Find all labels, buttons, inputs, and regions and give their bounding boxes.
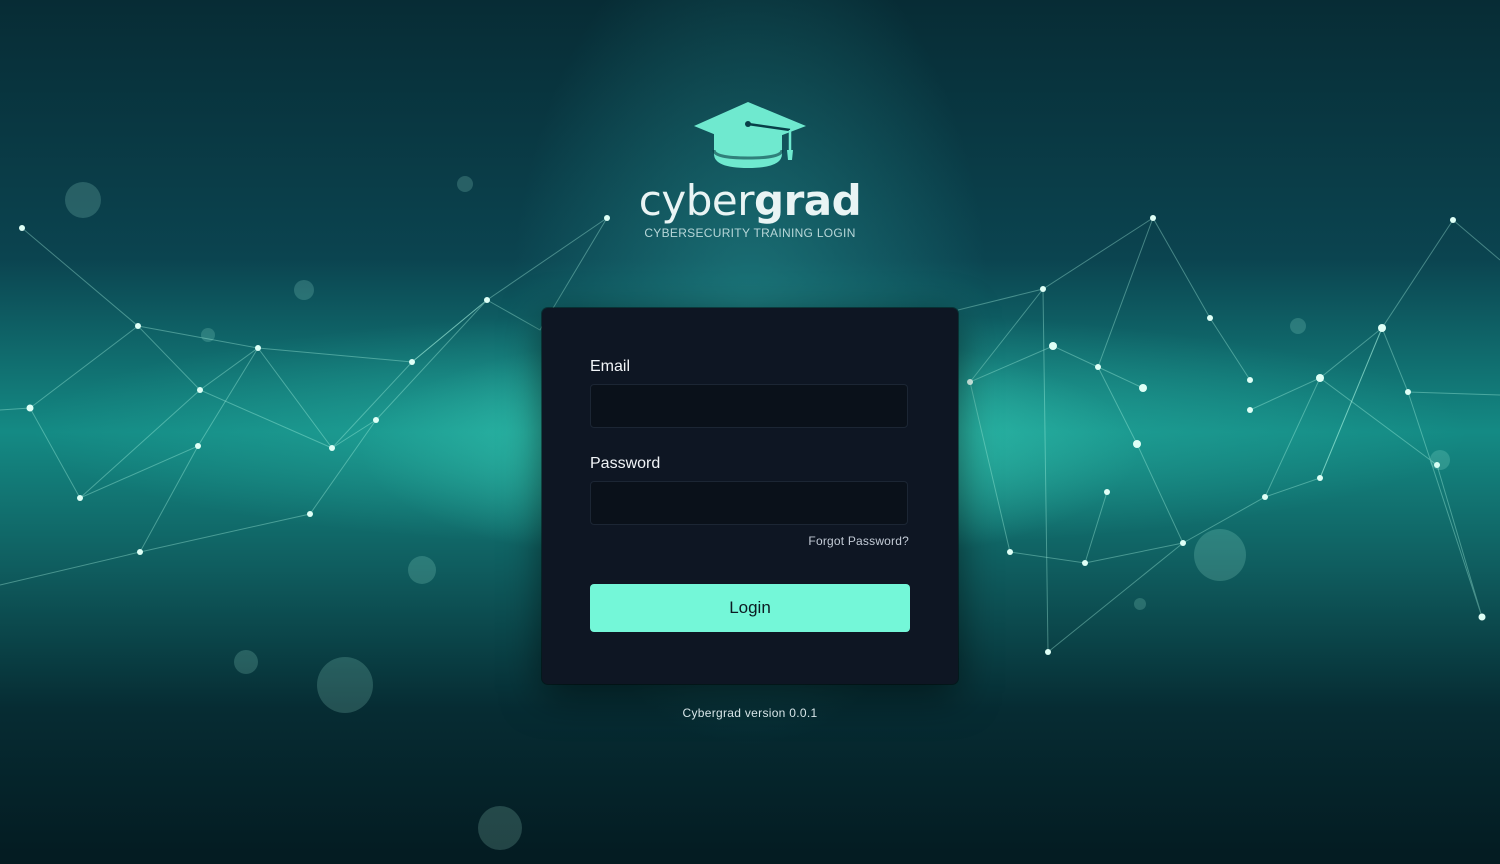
- forgot-password-link[interactable]: Forgot Password?: [808, 534, 909, 548]
- logo: cybergrad CYBERSECURITY TRAINING LOGIN: [600, 98, 900, 240]
- password-field[interactable]: [590, 481, 908, 525]
- email-field[interactable]: [590, 384, 908, 428]
- version-text: Cybergrad version 0.0.1: [682, 706, 818, 720]
- brand-name-bold: grad: [754, 176, 862, 225]
- brand-name-light: cyber: [638, 176, 755, 225]
- brand-name: cybergrad: [600, 176, 900, 226]
- graduation-cap-icon: [694, 102, 806, 168]
- login-button[interactable]: Login: [590, 584, 910, 632]
- password-label: Password: [590, 455, 661, 472]
- tagline: CYBERSECURITY TRAINING LOGIN: [644, 226, 856, 240]
- login-card: Email Password Forgot Password? Login: [542, 308, 958, 684]
- email-label: Email: [590, 358, 631, 375]
